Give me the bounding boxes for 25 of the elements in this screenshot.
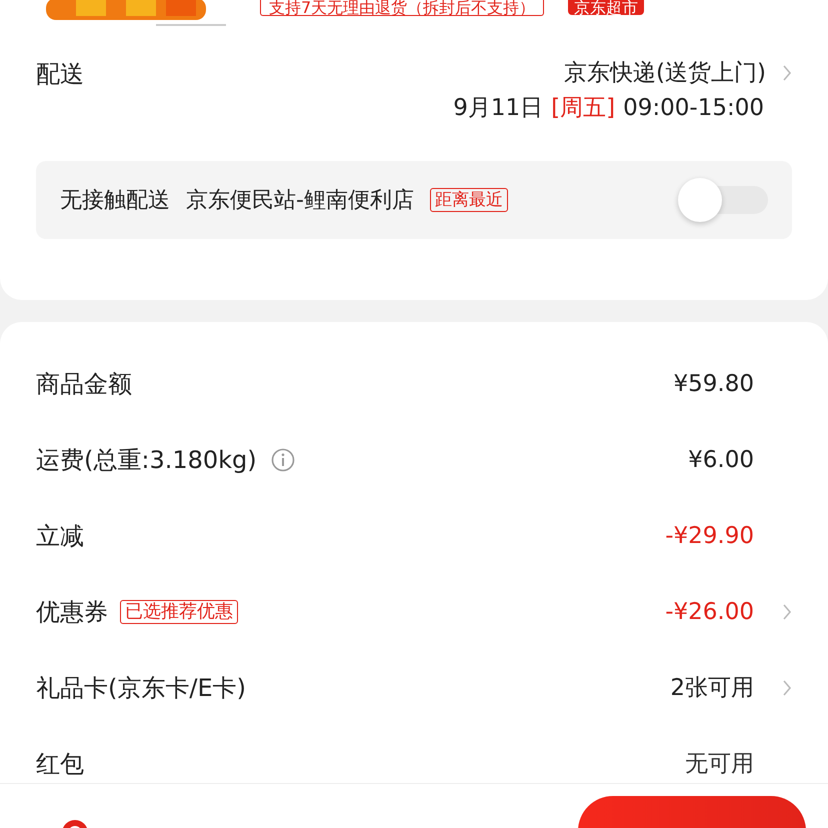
info-icon[interactable] [270,448,295,472]
summary-value: 无可用 [685,750,754,779]
summary-label: 运费(总重:3.180kg) [36,445,257,476]
contactless-label: 无接触配送 [60,186,170,214]
pickup-station: 京东便民站-鲤南便利店 [186,186,414,214]
delivery-method[interactable]: 京东快递(送货上门) [564,56,766,90]
summary-label: 立减 [36,521,84,552]
distance-tag: 距离最近 [430,188,508,212]
delivery-time: 09:00-15:00 [623,94,764,122]
coupon-tag: 已选推荐优惠 [120,600,238,624]
chevron-icon [782,64,792,82]
summary-value[interactable]: -¥26.00 [665,594,754,630]
summary-label: 红包 [36,749,84,780]
summary-value: ¥59.80 [674,370,754,399]
summary-label: 商品金额 [36,369,132,400]
toggle-switch[interactable] [678,178,768,222]
summary-value[interactable]: 2张可用 [670,670,754,706]
summary-value: -¥29.90 [665,522,754,551]
service-note: 支持7天无理由退货（拆封后不支持） [260,0,544,16]
summary-value: ¥6.00 [688,446,754,475]
summary-label: 礼品卡(京东卡/E卡) [36,673,246,704]
summary-label: 优惠券 [36,597,108,628]
delivery-weekday: [周五] [551,94,616,122]
delivery-label: 配送 [36,59,84,90]
delivery-date: 9月11日 [453,94,544,122]
